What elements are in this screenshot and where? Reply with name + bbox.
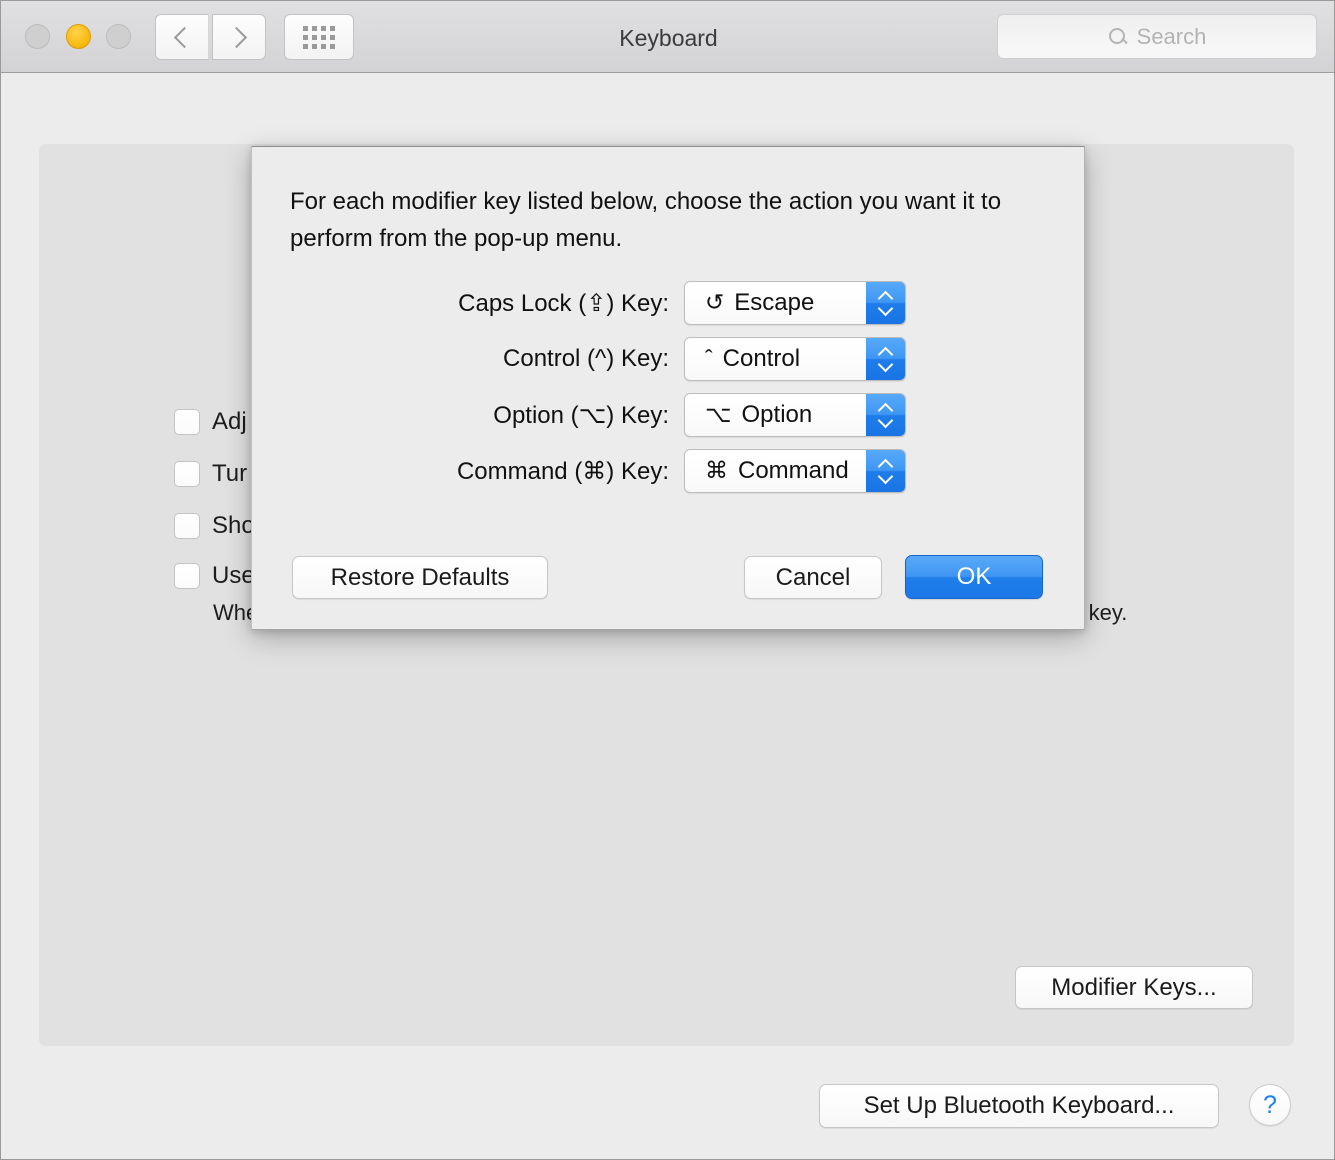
popup-stepper-icon[interactable] [866, 450, 905, 492]
modifier-row-option: Option (⌥) Key: ⌥ Option [290, 393, 906, 437]
checkbox-control[interactable] [174, 563, 200, 589]
modifier-row-caps-lock: Caps Lock (⇪) Key: ↺ Escape [290, 281, 906, 325]
popup-stepper-icon[interactable] [866, 394, 905, 436]
help-button[interactable]: ? [1249, 1084, 1291, 1126]
set-up-bluetooth-keyboard-button[interactable]: Set Up Bluetooth Keyboard... [819, 1084, 1219, 1128]
option-action-popup[interactable]: ⌥ Option [684, 393, 906, 437]
modifier-keys-button[interactable]: Modifier Keys... [1015, 966, 1253, 1009]
checkbox-row-show-keyboard-viewer[interactable]: Sho [174, 513, 255, 539]
control-action-popup[interactable]: ˆ Control [684, 337, 906, 381]
popup-stepper-icon[interactable] [866, 338, 905, 380]
checkbox-label: Adj [212, 408, 247, 435]
checkbox-row-adjust-brightness[interactable]: Adj [174, 409, 247, 435]
command-key-icon: ⌘ [705, 457, 728, 483]
popup-stepper-icon[interactable] [866, 282, 905, 324]
cancel-button[interactable]: Cancel [744, 556, 882, 599]
search-placeholder: Search [1136, 23, 1207, 49]
modifier-row-command: Command (⌘) Key: ⌘ Command [290, 449, 906, 493]
checkbox-control[interactable] [174, 461, 200, 487]
dialog-instructions: For each modifier key listed below, choo… [290, 188, 1002, 252]
control-key-icon: ˆ [705, 345, 713, 371]
popup-value: ˆ Control [705, 345, 800, 373]
escape-key-icon: ↺ [705, 289, 725, 315]
search-input[interactable]: Search [997, 14, 1317, 59]
checkbox-control[interactable] [174, 409, 200, 435]
checkbox-label: Sho [212, 512, 255, 539]
popup-value: ⌘ Command [705, 457, 849, 485]
popup-value: ⌥ Option [705, 401, 812, 429]
preferences-window: Keyboard Search Adj Tur Sho Use F1, F2, … [0, 0, 1335, 1160]
restore-defaults-button[interactable]: Restore Defaults [292, 556, 548, 599]
popup-value-text: Escape [734, 289, 815, 316]
popup-value-text: Control [722, 345, 801, 372]
chevron-down-icon [879, 303, 892, 316]
popup-value-text: Command [738, 457, 849, 484]
command-action-popup[interactable]: ⌘ Command [684, 449, 906, 493]
popup-value: ↺ Escape [705, 289, 814, 317]
modifier-row-control: Control (^) Key: ˆ Control [290, 337, 906, 381]
ok-button[interactable]: OK [905, 555, 1043, 599]
chevron-down-icon [879, 471, 892, 484]
chevron-down-icon [879, 359, 892, 372]
checkbox-control[interactable] [174, 513, 200, 539]
modifier-label-command: Command (⌘) Key: [456, 457, 669, 485]
option-key-icon: ⌥ [705, 401, 732, 427]
modifier-label-option: Option (⌥) Key: [493, 401, 669, 429]
chevron-down-icon [879, 415, 892, 428]
modifier-label-caps-lock: Caps Lock (⇪) Key: [458, 289, 669, 317]
search-icon [1108, 27, 1128, 47]
window-titlebar: Keyboard Search [1, 1, 1334, 73]
modifier-keys-dialog: For each modifier key listed below, choo… [251, 146, 1085, 630]
popup-value-text: Option [741, 401, 813, 428]
checkbox-row-turn-keyboard-backlight[interactable]: Tur [174, 461, 247, 487]
modifier-label-control: Control (^) Key: [503, 345, 669, 372]
caps-lock-action-popup[interactable]: ↺ Escape [684, 281, 906, 325]
checkbox-label: Tur [212, 460, 248, 487]
preferences-content: Adj Tur Sho Use F1, F2, etc. keys as sta… [1, 73, 1334, 1159]
